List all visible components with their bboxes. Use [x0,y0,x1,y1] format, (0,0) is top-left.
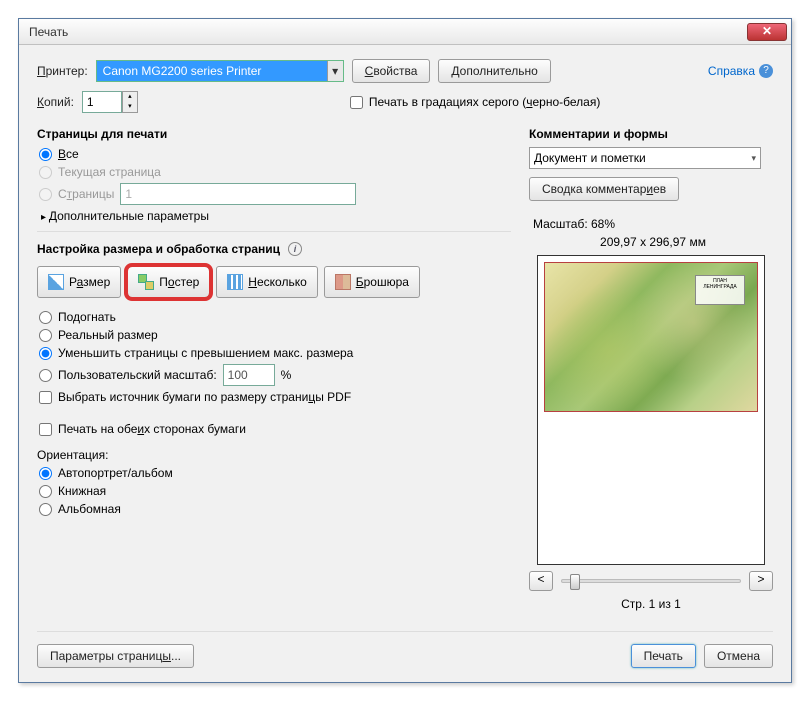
grayscale-label: Печать в градациях серого (черно-белая) [369,95,600,109]
preview-next-button[interactable]: > [749,571,773,591]
window-title: Печать [29,25,747,39]
radio-custom[interactable]: Пользовательский масштаб: % [39,364,511,386]
paper-source-check[interactable]: Выбрать источник бумаги по размеру стран… [39,390,511,404]
dropdown-arrow-icon: ▾ [751,153,756,164]
print-button[interactable]: Печать [631,644,696,668]
multi-icon [227,274,243,290]
comments-value: Документ и пометки [534,151,646,165]
printer-value: Canon MG2200 series Printer [103,64,262,78]
pages-section-title: Страницы для печати [37,127,511,141]
poster-icon [138,274,154,290]
radio-pages: Страницы [39,183,511,205]
radio-actual[interactable]: Реальный размер [39,328,511,342]
size-section-title: Настройка размера и обработка страниц [37,242,280,256]
spinner-up-icon[interactable]: ▴ [123,92,137,102]
size-icon [48,274,64,290]
radio-current: Текущая страница [39,165,511,179]
mode-size-button[interactable]: Размер [37,266,121,298]
radio-current-label: Текущая страница [58,165,161,179]
dropdown-arrow-icon: ▾ [327,61,343,81]
spinner-down-icon[interactable]: ▾ [123,102,137,112]
preview-map-title: ПЛАН ЛЕНИНГРАДА [695,275,745,305]
help-label: Справка [708,64,755,78]
slider-thumb[interactable] [570,574,580,590]
mode-multi-button[interactable]: Несколько [216,266,317,298]
comments-select[interactable]: Документ и пометки ▾ [529,147,761,169]
print-dialog: Печать ✕ Принтер: Canon MG2200 series Pr… [18,18,792,683]
preview-slider[interactable] [561,579,741,583]
mode-brochure-label: Брошюра [356,275,409,289]
mode-multi-label: Несколько [248,275,306,289]
copies-spinner[interactable]: ▴ ▾ [82,91,138,113]
radio-all-label: Все [58,147,79,161]
copies-input[interactable] [82,91,122,113]
advanced-button[interactable]: Дополнительно [438,59,550,83]
radio-shrink[interactable]: Уменьшить страницы с превышением макс. р… [39,346,511,360]
radio-orient-portrait[interactable]: Книжная [39,484,511,498]
preview-dims: 209,97 x 296,97 мм [533,235,773,249]
radio-orient-landscape[interactable]: Альбомная [39,502,511,516]
properties-button[interactable]: Свойства [352,59,431,83]
page-info: Стр. 1 из 1 [529,597,773,611]
radio-all[interactable]: Все [39,147,511,161]
printer-select[interactable]: Canon MG2200 series Printer ▾ [96,60,344,82]
mode-brochure-button[interactable]: Брошюра [324,266,420,298]
printer-label: Принтер: [37,64,88,78]
comments-title: Комментарии и формы [529,127,773,141]
preview-prev-button[interactable]: < [529,571,553,591]
mode-size-label: Размер [69,275,110,289]
custom-scale-input [223,364,275,386]
pages-input [120,183,356,205]
page-setup-button[interactable]: Параметры страницы... [37,644,194,668]
cancel-button[interactable]: Отмена [704,644,773,668]
orientation-label: Ориентация: [37,448,511,462]
preview-scale: Масштаб: 68% [533,217,773,231]
info-icon[interactable]: i [288,242,302,256]
radio-fit[interactable]: Подогнать [39,310,511,324]
radio-pages-label: Страницы [58,187,114,201]
preview-map-image: ПЛАН ЛЕНИНГРАДА [544,262,758,412]
duplex-check[interactable]: Печать на обеих сторонах бумаги [39,422,511,436]
grayscale-checkbox[interactable] [350,96,363,109]
paper-source-label: Выбрать источник бумаги по размеру стран… [58,390,351,404]
copies-label: Копий: [37,95,74,109]
help-icon: ? [759,64,773,78]
radio-orient-auto[interactable]: Автопортрет/альбом [39,466,511,480]
mode-poster-label: Постер [159,275,199,289]
mode-poster-button[interactable]: Постер [127,266,210,298]
close-button[interactable]: ✕ [747,23,787,41]
more-options-expand[interactable]: Дополнительные параметры [41,209,511,223]
titlebar: Печать ✕ [19,19,791,45]
duplex-label: Печать на обеих сторонах бумаги [58,422,246,436]
brochure-icon [335,274,351,290]
comments-summary-button[interactable]: Сводка комментариев [529,177,679,201]
help-link[interactable]: Справка ? [708,64,773,78]
grayscale-check[interactable]: Печать в градациях серого (черно-белая) [350,95,600,109]
preview-box: ПЛАН ЛЕНИНГРАДА [537,255,765,565]
